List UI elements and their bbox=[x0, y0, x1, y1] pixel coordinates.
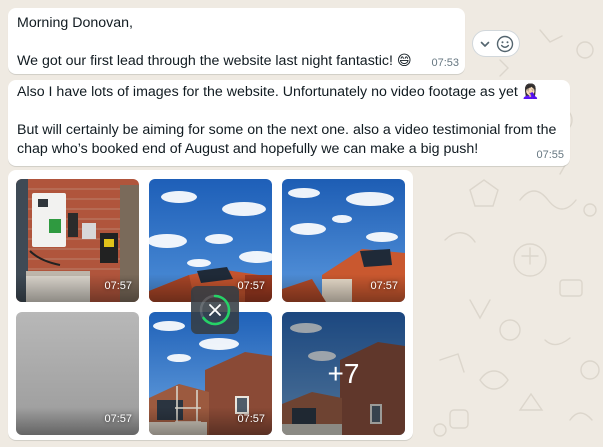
message-bubble: Also I have lots of images for the websi… bbox=[8, 80, 570, 166]
cancel-upload-button[interactable] bbox=[191, 286, 239, 334]
message-time: 07:53 bbox=[431, 57, 459, 69]
image-tile-loading[interactable]: 07:57 bbox=[16, 312, 139, 435]
chevron-down-icon[interactable] bbox=[479, 38, 491, 50]
message-time: 07:55 bbox=[536, 149, 564, 161]
emoji-smiley-icon[interactable] bbox=[496, 35, 514, 53]
image-tile[interactable]: 07:57 bbox=[149, 179, 272, 302]
message-options-button[interactable] bbox=[472, 30, 520, 57]
close-icon[interactable] bbox=[209, 304, 221, 316]
image-time: 07:57 bbox=[370, 280, 398, 292]
more-images-overlay[interactable]: +7 bbox=[282, 312, 405, 435]
image-time: 07:57 bbox=[237, 280, 265, 292]
upload-progress-ring bbox=[199, 294, 231, 326]
message-text: Also I have lots of images for the websi… bbox=[17, 84, 557, 157]
image-time: 07:57 bbox=[104, 413, 132, 425]
image-tile-more[interactable]: +7 bbox=[282, 312, 405, 435]
image-tile[interactable]: 07:57 bbox=[282, 179, 405, 302]
image-time: 07:57 bbox=[237, 413, 265, 425]
message-bubble: Morning Donovan, We got our first lead t… bbox=[8, 8, 465, 74]
message-text: Morning Donovan, We got our first lead t… bbox=[17, 15, 412, 69]
more-images-count: +7 bbox=[327, 358, 360, 389]
image-tile[interactable]: 07:57 bbox=[16, 179, 139, 302]
image-time: 07:57 bbox=[104, 280, 132, 292]
